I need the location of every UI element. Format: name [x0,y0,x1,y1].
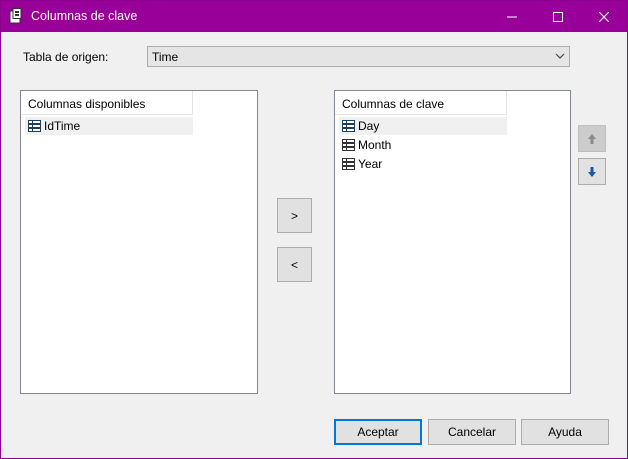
source-table-label: Tabla de origen: [23,50,109,64]
chevron-down-icon [555,53,565,59]
available-columns-header-label: Columnas disponibles [28,97,146,111]
column-icon [342,139,355,151]
close-icon [599,11,609,22]
key-columns-header-label: Columnas de clave [342,97,445,111]
list-item[interactable]: IdTime [25,117,193,135]
move-down-button[interactable] [578,158,606,185]
source-table-value: Time [152,50,179,64]
ok-button[interactable]: Aceptar [334,419,422,445]
title-bar[interactable]: Columnas de clave [1,1,627,32]
move-up-button[interactable] [578,125,606,152]
add-column-label: > [290,208,298,223]
column-icon [28,120,41,132]
list-item[interactable]: Month [339,136,507,154]
key-columns-list[interactable]: Columnas de clave Day Month Year [334,90,571,394]
column-icon [342,158,355,170]
available-columns-list[interactable]: Columnas disponibles IdTime [20,90,258,394]
help-button[interactable]: Ayuda [521,419,609,445]
list-item[interactable]: Year [339,155,507,173]
column-icon [342,120,355,132]
maximize-icon [553,11,563,22]
remove-column-label: < [290,257,298,272]
arrow-down-icon [588,166,596,177]
cancel-button[interactable]: Cancelar [428,419,516,445]
remove-column-button[interactable]: < [277,247,312,282]
list-item-label: Day [358,119,380,133]
minimize-button[interactable] [489,1,535,32]
key-columns-dialog: Columnas de clave Tabla de origen: Time … [0,0,628,459]
help-button-label: Ayuda [548,425,582,439]
add-column-button[interactable]: > [277,198,312,233]
list-item-label: IdTime [44,119,81,133]
cancel-button-label: Cancelar [447,425,497,439]
available-columns-header[interactable]: Columnas disponibles [21,91,193,115]
ok-button-label: Aceptar [357,425,399,439]
source-table-select[interactable]: Time [147,46,570,67]
dialog-app-icon [9,8,22,24]
list-item-label: Month [358,138,392,152]
maximize-button[interactable] [535,1,581,32]
list-item[interactable]: Day [339,117,507,135]
list-item-label: Year [358,157,383,171]
minimize-icon [507,16,517,17]
arrow-up-icon [588,133,596,144]
close-button[interactable] [581,1,627,32]
key-columns-header[interactable]: Columnas de clave [335,91,507,115]
window-title: Columnas de clave [31,9,138,23]
